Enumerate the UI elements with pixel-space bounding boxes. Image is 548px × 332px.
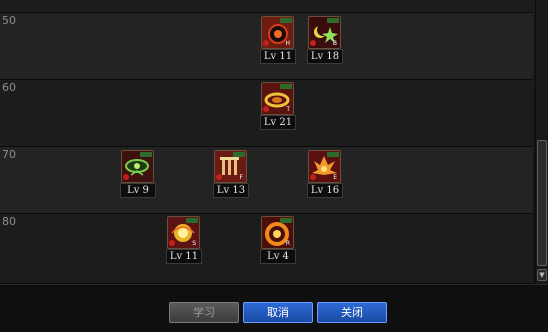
level-row-label: 60: [2, 81, 16, 94]
skill-slot[interactable]: E Lv 16: [307, 150, 343, 198]
skill-slot[interactable]: R Lv 4: [260, 216, 296, 264]
level-row-70: 70: [0, 147, 533, 214]
skill-level: Lv 4: [260, 249, 296, 264]
svg-text:T: T: [285, 106, 290, 113]
pillars-icon[interactable]: F: [214, 150, 247, 183]
skill-level: Lv 21: [260, 115, 296, 130]
orb-icon[interactable]: S: [167, 216, 200, 249]
button-bar: 学习 取消 关闭: [0, 284, 548, 332]
skill-level: Lv 16: [307, 183, 343, 198]
level-row-label: 70: [2, 148, 16, 161]
svg-text:R: R: [286, 240, 290, 247]
level-row-label: 50: [2, 14, 16, 27]
eye-icon[interactable]: [121, 150, 154, 183]
close-button[interactable]: 关闭: [317, 302, 387, 323]
skill-level: Lv 13: [213, 183, 249, 198]
svg-text:F: F: [240, 174, 244, 181]
skill-level: Lv 11: [260, 49, 296, 64]
moon-star-icon[interactable]: B: [308, 16, 341, 49]
svg-text:E: E: [333, 174, 337, 181]
svg-text:S: S: [192, 240, 196, 247]
skill-slot[interactable]: Lv 9: [120, 150, 156, 198]
svg-text:H: H: [285, 40, 290, 47]
skill-slot[interactable]: T Lv 21: [260, 82, 296, 130]
vertical-scrollbar[interactable]: ▼: [535, 0, 548, 284]
flame-burst-icon[interactable]: E: [308, 150, 341, 183]
skill-tree-window: 50 60 70 80 H Lv 11 B Lv 18 T Lv 21 Lv 9…: [0, 0, 548, 332]
skill-level: Lv 9: [120, 183, 156, 198]
skill-slot[interactable]: H Lv 11: [260, 16, 296, 64]
skill-slot[interactable]: F Lv 13: [213, 150, 249, 198]
svg-text:B: B: [333, 40, 337, 47]
golden-ring-icon[interactable]: T: [261, 82, 294, 115]
dark-burst-icon[interactable]: H: [261, 16, 294, 49]
scroll-down-arrow-icon[interactable]: ▼: [537, 269, 547, 281]
learn-button[interactable]: 学习: [169, 302, 239, 323]
skill-level: Lv 11: [166, 249, 202, 264]
cancel-button[interactable]: 取消: [243, 302, 313, 323]
skill-slot[interactable]: S Lv 11: [166, 216, 202, 264]
skill-slot[interactable]: B Lv 18: [307, 16, 343, 64]
fire-ring-icon[interactable]: R: [261, 216, 294, 249]
level-row-40: [0, 0, 533, 13]
level-row-label: 80: [2, 215, 16, 228]
scrollbar-thumb[interactable]: [537, 140, 547, 266]
skill-level: Lv 18: [307, 49, 343, 64]
